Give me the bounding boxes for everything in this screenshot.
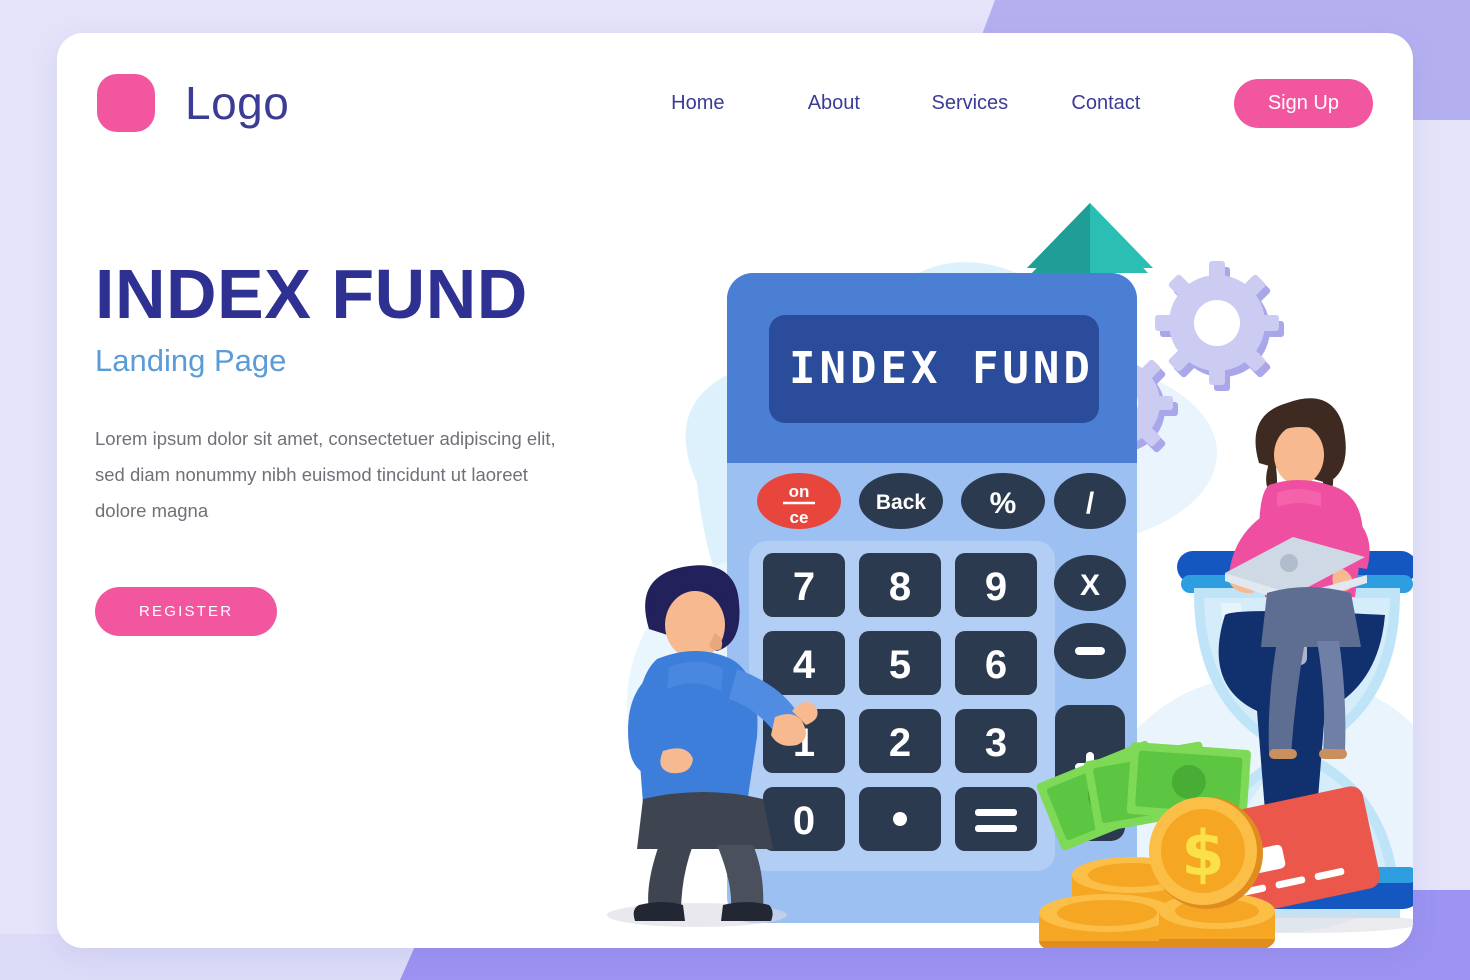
register-button[interactable]: REGISTER	[95, 586, 278, 636]
svg-text:X: X	[1080, 569, 1100, 602]
sign-up-button[interactable]: Sign Up	[1233, 78, 1373, 128]
site-header: Logo Home About Services Contact Sign Up	[57, 33, 1413, 173]
nav-item-home[interactable]: Home	[630, 86, 766, 121]
brand[interactable]: Logo	[97, 74, 289, 132]
svg-text:/: /	[1086, 487, 1095, 520]
hero-section: INDEX FUND Landing Page Lorem ipsum dolo…	[95, 258, 655, 636]
svg-text:5: 5	[889, 643, 911, 687]
svg-text:9: 9	[985, 565, 1007, 609]
svg-text:ce: ce	[790, 508, 809, 527]
svg-text:6: 6	[985, 643, 1007, 687]
gear-large-icon	[1155, 261, 1284, 391]
coin-dollar-symbol: $	[1181, 817, 1224, 890]
svg-text:2: 2	[889, 721, 911, 765]
calculator-display-text: INDEX FUND	[789, 343, 1094, 394]
svg-text:0: 0	[793, 799, 815, 843]
svg-text:8: 8	[889, 565, 911, 609]
hero-illustration: INDEX FUND on ce Back % / 7 8 9 4 5 6 1 …	[577, 163, 1413, 948]
hero-description: Lorem ipsum dolor sit amet, consectetuer…	[95, 427, 556, 521]
svg-text:4: 4	[793, 643, 816, 687]
svg-text:7: 7	[793, 565, 815, 609]
key-equals[interactable]	[955, 787, 1037, 851]
svg-text:%: %	[990, 487, 1017, 520]
landing-page-card: Logo Home About Services Contact Sign Up…	[57, 33, 1413, 948]
logo-mark-icon	[97, 74, 155, 132]
nav-item-about[interactable]: About	[766, 86, 902, 121]
logo-text: Logo	[185, 77, 290, 129]
nav-item-services[interactable]: Services	[902, 86, 1038, 121]
page-subtitle: Landing Page	[95, 342, 287, 378]
svg-text:Back: Back	[876, 491, 927, 514]
svg-text:3: 3	[985, 721, 1007, 765]
nav-item-contact[interactable]: Contact	[1038, 86, 1174, 121]
main-nav: Home About Services Contact Sign Up	[630, 78, 1373, 128]
page-title: INDEX FUND	[95, 255, 528, 333]
svg-text:on: on	[789, 482, 810, 501]
